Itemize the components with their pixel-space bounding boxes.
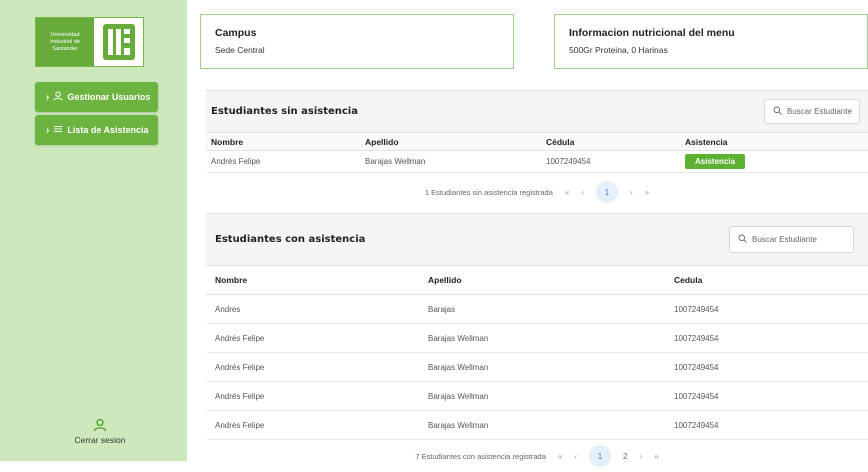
sidebar-item-label: Lista de Asistencia (67, 125, 149, 135)
search-icon (738, 234, 747, 245)
cell-apellido: Barajas Wellman (428, 333, 489, 343)
table-row: Andres Barajas 1007249454 (206, 295, 868, 324)
prev-page-button[interactable]: ‹ (574, 452, 577, 461)
absent-table-header: Nombre Apellido Cédula Asistencia (206, 133, 868, 151)
table-row: Andrés Felipe Barajas Wellman 1007249454… (206, 151, 868, 173)
last-page-button[interactable]: » (654, 452, 658, 461)
page-button-2[interactable]: 2 (623, 452, 627, 461)
next-page-button[interactable]: › (630, 188, 633, 197)
first-page-button[interactable]: « (565, 188, 569, 197)
user-icon (53, 91, 63, 103)
cell-apellido: Barajas Wellman (428, 391, 489, 401)
absent-students-panel: Estudiantes sin asistencia Buscar Estudi… (206, 90, 868, 211)
cell-apellido: Barajas Wellman (365, 157, 426, 166)
campus-card: Campus Sede Central (200, 14, 514, 69)
present-students-panel: Estudiantes con asistencia Buscar Estudi… (206, 213, 868, 472)
logo-text-line3: Santander (52, 45, 78, 52)
chevron-right-icon: › (46, 91, 50, 103)
cell-nombre: Andrés Felipe (215, 333, 265, 343)
logout-label: Cerrar sesion (74, 435, 126, 445)
column-header: Cédula (546, 136, 575, 147)
sidebar-item-label: Gestionar Usuarios (67, 92, 151, 102)
cell-cedula: 1007249454 (674, 362, 719, 372)
column-header: Asistencia (685, 136, 728, 147)
last-page-button[interactable]: » (645, 188, 649, 197)
present-search-placeholder: Buscar Estudiante (752, 235, 817, 244)
logo-mark-icon (94, 18, 143, 66)
page-button-current[interactable]: 1 (589, 445, 612, 467)
cell-cedula: 1007249454 (674, 420, 719, 430)
table-row: Andrés Felipe Barajas Wellman 1007249454 (206, 411, 868, 440)
menu-info-card: Informacion nutricional del menu 500Gr P… (554, 14, 868, 69)
mark-attendance-button[interactable]: Asistencia (685, 154, 746, 169)
list-icon (53, 124, 63, 136)
absent-panel-header: Estudiantes sin asistencia Buscar Estudi… (206, 90, 868, 133)
first-page-button[interactable]: « (558, 452, 562, 461)
cell-apellido: Barajas (428, 304, 456, 314)
cell-nombre: Andrés Felipe (215, 362, 265, 372)
present-panel-title: Estudiantes con asistencia (215, 234, 366, 245)
uis-logo: Universidad Industrial de Santander (35, 17, 144, 67)
cell-cedula: 1007249454 (674, 333, 719, 343)
table-row: Andrés Felipe Barajas Wellman 1007249454 (206, 324, 868, 353)
present-footer-count: 7 Estudiantes con asistencia registrada (415, 451, 546, 461)
cell-apellido: Barajas Wellman (428, 362, 489, 372)
absent-search-input[interactable]: Buscar Estudiante (764, 99, 860, 124)
logo-text: Universidad Industrial de Santander (36, 18, 94, 66)
present-panel-header: Estudiantes con asistencia Buscar Estudi… (206, 213, 868, 266)
sidebar-item-gestionar-usuarios[interactable]: › Gestionar Usuarios (35, 82, 158, 112)
absent-search-placeholder: Buscar Estudiante (787, 107, 852, 116)
cell-apellido: Barajas Wellman (428, 420, 489, 430)
cell-nombre: Andrés Felipe (215, 420, 265, 430)
sidebar: Universidad Industrial de Santander › Ge… (0, 0, 187, 461)
absent-panel-title: Estudiantes sin asistencia (211, 106, 358, 117)
logo-text-line2: Industrial de (50, 38, 80, 45)
search-icon (773, 106, 782, 117)
cell-nombre: Andres (215, 304, 241, 314)
present-table-header: Nombre Apellido Cedula (206, 266, 868, 295)
menu-info-value: 500Gr Proteina, 0 Harinas (569, 45, 668, 55)
present-search-input[interactable]: Buscar Estudiante (729, 226, 854, 253)
menu-info-title: Informacion nutricional del menu (569, 27, 735, 39)
absent-footer-count: 1 Estudiantes sin asistencia registrada (424, 187, 553, 197)
column-header: Nombre (211, 136, 244, 147)
sidebar-item-lista-asistencia[interactable]: › Lista de Asistencia (35, 115, 158, 145)
absent-pagination: 1 Estudiantes sin asistencia registrada … (206, 173, 868, 211)
next-page-button[interactable]: › (639, 452, 642, 461)
column-header: Cedula (674, 275, 703, 285)
column-header: Apellido (365, 136, 399, 147)
logout-button[interactable]: Cerrar sesion (62, 418, 138, 445)
cell-cedula: 1007249454 (674, 391, 719, 401)
table-row: Andrés Felipe Barajas Wellman 1007249454 (206, 353, 868, 382)
campus-title: Campus (215, 27, 257, 39)
table-row: Andrés Felipe Barajas Wellman 1007249454 (206, 382, 868, 411)
page-button-current[interactable]: 1 (596, 181, 618, 203)
column-header: Nombre (215, 275, 248, 285)
cell-cedula: 1007249454 (674, 304, 719, 314)
logo-text-line1: Universidad (50, 31, 80, 38)
chevron-right-icon: › (46, 124, 50, 136)
cell-cedula: 1007249454 (546, 157, 591, 166)
present-pagination: 7 Estudiantes con asistencia registrada … (206, 440, 868, 472)
user-icon (62, 418, 138, 432)
cell-nombre: Andrés Felipe (215, 391, 265, 401)
prev-page-button[interactable]: ‹ (581, 188, 584, 197)
column-header: Apellido (428, 275, 462, 285)
campus-value: Sede Central (215, 45, 265, 55)
cell-nombre: Andrés Felipe (211, 157, 261, 166)
